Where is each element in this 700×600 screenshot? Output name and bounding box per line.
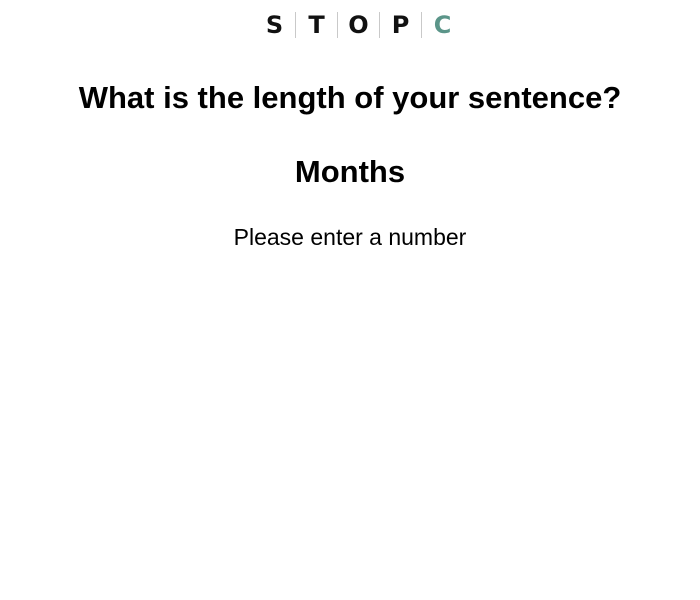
question-title: What is the length of your sentence? xyxy=(78,80,622,115)
stopc-logo: S T O P C xyxy=(254,11,463,39)
input-hint: Please enter a number xyxy=(233,224,467,250)
logo-letter-t: T xyxy=(308,11,325,39)
logo-letter-s: S xyxy=(265,11,284,39)
logo-letter-p: P xyxy=(391,11,410,39)
logo-letter-c: C xyxy=(433,11,452,39)
logo-letter-o: O xyxy=(348,11,369,39)
unit-label: Months xyxy=(294,154,406,189)
